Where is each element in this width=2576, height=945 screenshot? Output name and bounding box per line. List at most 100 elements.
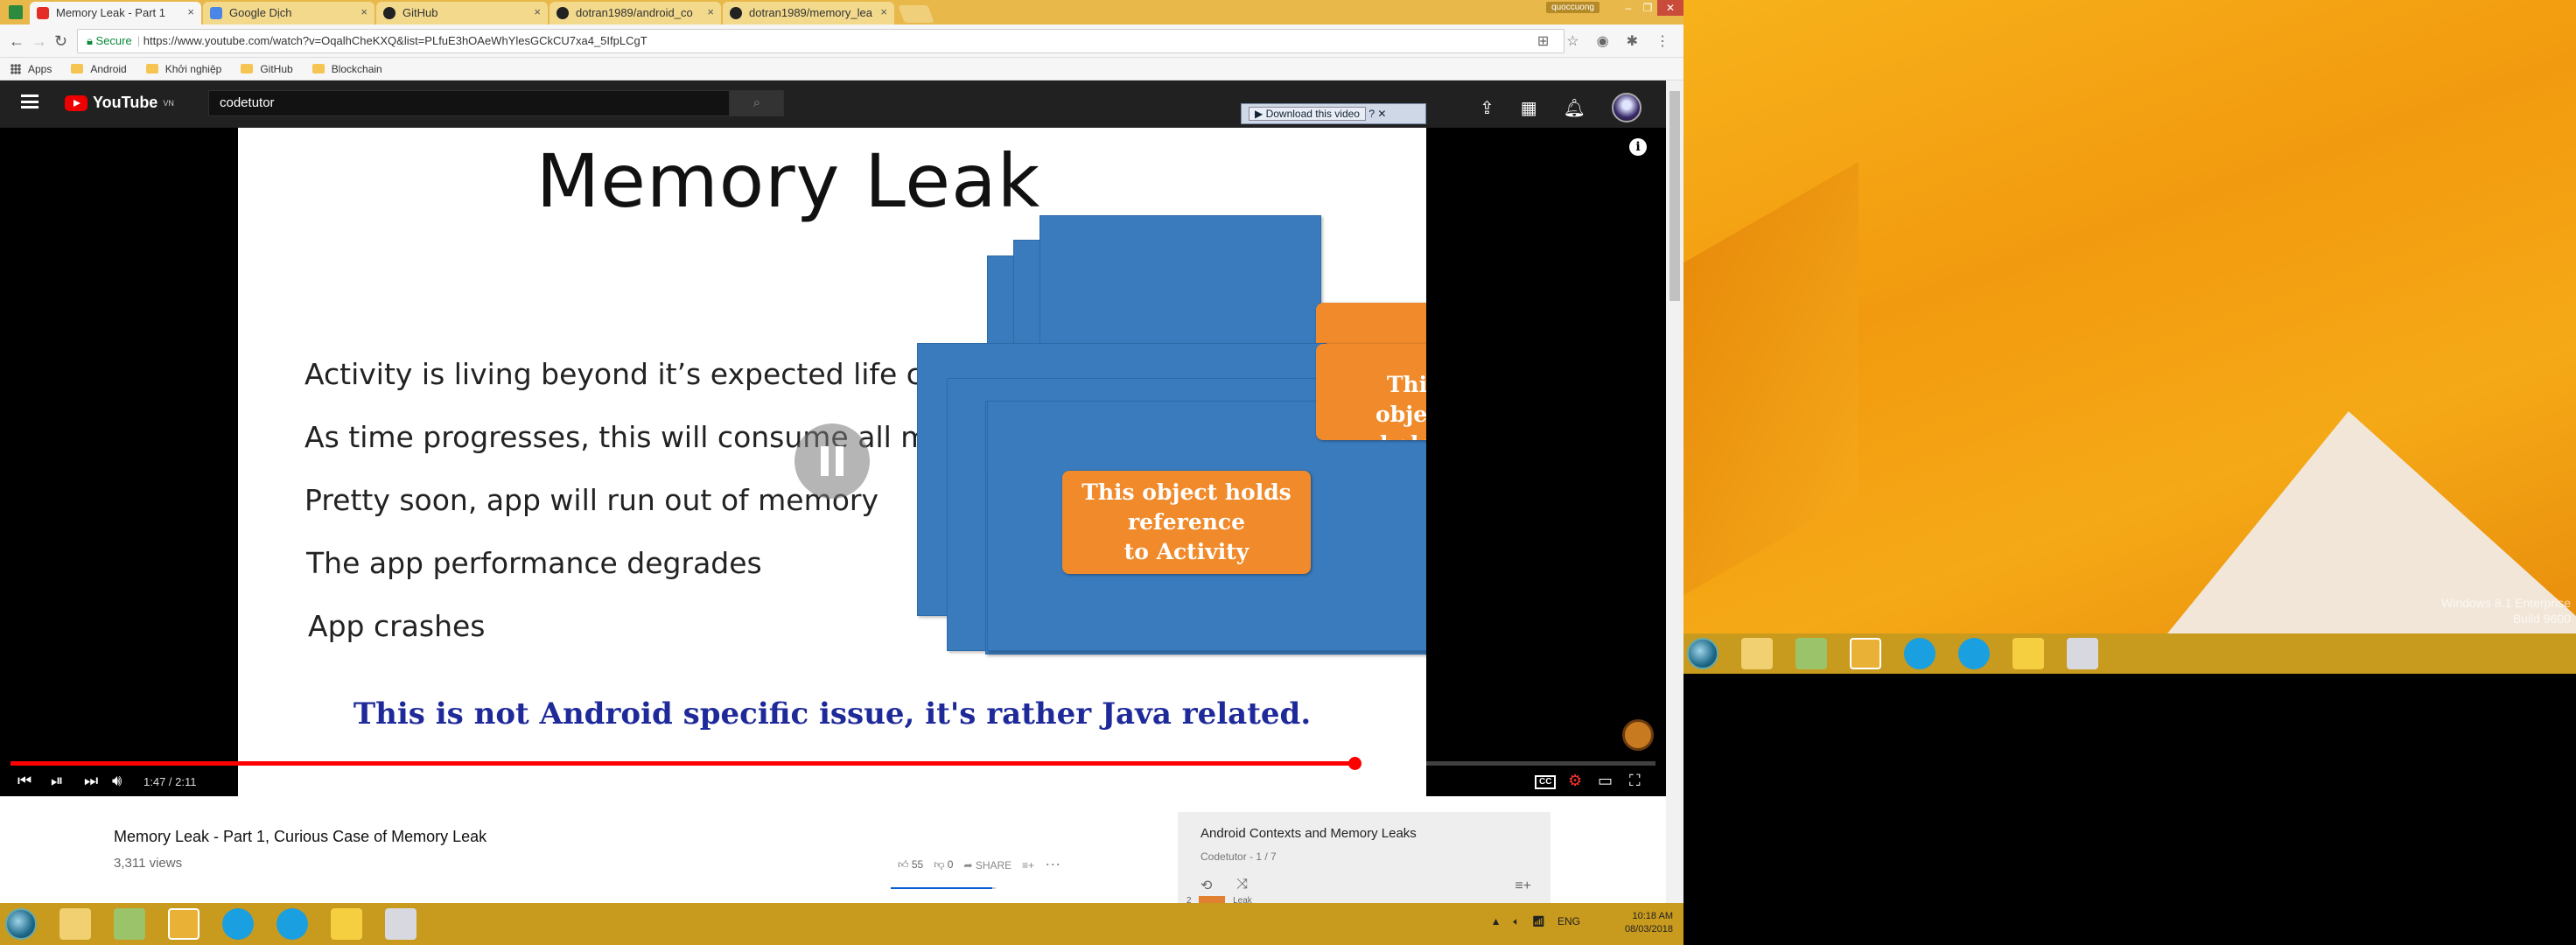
forward-icon[interactable]: → xyxy=(32,32,47,51)
github-favicon-icon xyxy=(383,7,396,19)
skype-icon[interactable] xyxy=(1904,638,1936,669)
search-input[interactable]: codetutor xyxy=(208,90,730,116)
bookmark-blockchain[interactable]: Blockchain xyxy=(312,63,382,75)
chrome-icon[interactable] xyxy=(1850,638,1881,669)
start-button-icon[interactable] xyxy=(5,908,37,940)
tab-android-repo[interactable]: dotran1989/android_co × xyxy=(550,2,721,24)
tab-strip: Memory Leak - Part 1 × Google Dịch × Git… xyxy=(0,0,1684,24)
shuffle-icon[interactable]: ⤨ xyxy=(1236,877,1248,894)
tab-label: Google Dịch xyxy=(229,6,292,19)
extension-icon[interactable]: ✱ xyxy=(1627,32,1638,50)
bookmark-android[interactable]: Android xyxy=(71,63,127,75)
address-bar[interactable]: 🔒︎ Secure | https://www.youtube.com/watch… xyxy=(77,29,1564,53)
tab-close-icon[interactable]: × xyxy=(880,5,887,18)
dislike-button[interactable]: 👎︎ 0 xyxy=(934,858,953,872)
language-indicator[interactable]: ENG xyxy=(1558,915,1580,928)
download-button[interactable]: ▶ Download this video xyxy=(1249,107,1366,121)
reload-icon[interactable]: ↻ xyxy=(54,32,67,51)
play-pause-icon[interactable]: ⏯ xyxy=(51,772,63,790)
tab-github[interactable]: GitHub × xyxy=(376,2,548,24)
orange-label-front: This object holds reference to Activity xyxy=(1062,471,1311,574)
skype-icon[interactable] xyxy=(222,908,254,940)
maximize-icon[interactable]: ❐ xyxy=(1638,0,1657,16)
tab-close-icon[interactable]: × xyxy=(187,5,194,18)
paint-icon[interactable] xyxy=(2067,638,2098,669)
menu-icon[interactable]: ⋮ xyxy=(1656,32,1670,50)
skype-icon[interactable] xyxy=(1958,638,1990,669)
bookmark-github[interactable]: GitHub xyxy=(241,63,293,75)
pause-overlay-icon[interactable] xyxy=(794,424,870,499)
tab-close-icon[interactable]: × xyxy=(360,5,368,18)
profile-chip[interactable]: quoccuong xyxy=(1546,2,1600,13)
windows-watermark: Windows 8.1 Enterprise Build 9600 xyxy=(2441,595,2571,626)
app-icon[interactable] xyxy=(1796,638,1827,669)
clock[interactable]: 10:18 AM 08/03/2018 xyxy=(1625,910,1673,936)
playlist-title[interactable]: Android Contexts and Memory Leaks xyxy=(1200,826,1417,841)
bookmark-star-icon[interactable]: ☆ xyxy=(1566,32,1578,50)
more-actions-icon[interactable]: ⋯ xyxy=(1045,856,1060,874)
start-button-icon[interactable] xyxy=(1687,638,1718,669)
tab-close-icon[interactable]: × xyxy=(534,5,541,18)
lock-icon: 🔒︎ xyxy=(87,34,96,47)
volume-tray-icon[interactable]: 🔈︎ xyxy=(1514,915,1520,928)
download-video-banner[interactable]: ▶ Download this video ? ✕ xyxy=(1241,103,1426,124)
page-scrollbar[interactable] xyxy=(1666,80,1684,903)
translate-icon[interactable]: ⊞ xyxy=(1537,32,1549,50)
bookmark-apps[interactable]: Apps xyxy=(10,63,52,75)
app-icon[interactable] xyxy=(2012,638,2044,669)
network-icon[interactable]: 📶︎ xyxy=(1532,915,1545,928)
video-actions: 👍︎ 55 👎︎ 0 ➦ SHARE ≡+ ⋯ xyxy=(898,856,1060,874)
hamburger-menu-icon[interactable] xyxy=(21,94,38,108)
back-icon[interactable]: ← xyxy=(9,32,24,51)
progress-bar[interactable] xyxy=(10,757,1656,770)
show-hidden-icons-icon[interactable]: ▲ xyxy=(1491,915,1502,928)
sheets-app-icon[interactable] xyxy=(9,5,23,19)
search-icon: ⌕ xyxy=(752,95,761,110)
channel-watermark[interactable] xyxy=(1622,719,1654,751)
captions-icon[interactable]: CC xyxy=(1535,775,1557,789)
apps-icon[interactable]: ▦ xyxy=(1521,97,1537,119)
minimize-icon[interactable]: – xyxy=(1619,0,1638,16)
like-button[interactable]: 👍︎ 55 xyxy=(898,858,923,872)
skype-icon[interactable] xyxy=(276,908,308,940)
theater-mode-icon[interactable]: ▭ xyxy=(1598,772,1613,790)
file-explorer-icon[interactable] xyxy=(60,908,91,940)
avatar[interactable] xyxy=(1612,93,1642,122)
notifications-bell-icon[interactable]: 🔔︎ xyxy=(1564,97,1586,119)
save-playlist-icon[interactable]: ≡+ xyxy=(1515,878,1531,894)
search-button[interactable]: ⌕ xyxy=(730,90,784,116)
extension-icon[interactable]: ◉ xyxy=(1597,32,1609,50)
tab-youtube[interactable]: Memory Leak - Part 1 × xyxy=(30,2,201,24)
tab-memory-repo[interactable]: dotran1989/memory_lea × xyxy=(723,2,894,24)
loop-icon[interactable]: ⟲ xyxy=(1200,877,1212,894)
info-icon[interactable]: i xyxy=(1629,138,1647,156)
sentiment-like-fill xyxy=(891,887,992,889)
share-button[interactable]: ➦ SHARE xyxy=(963,859,1012,872)
tab-google-translate[interactable]: Google Dịch × xyxy=(203,2,374,24)
new-tab-button[interactable] xyxy=(898,5,934,23)
chrome-icon[interactable] xyxy=(168,908,200,940)
bookmark-khoi-nghiep[interactable]: Khởi nghiệp xyxy=(145,62,222,75)
window-controls: – ❐ ✕ xyxy=(1619,0,1684,16)
upload-icon[interactable]: ⇪ xyxy=(1480,97,1494,119)
previous-icon[interactable]: ⏮ xyxy=(18,772,32,790)
video-player[interactable]: Memory Leak Activity is living beyond it… xyxy=(0,128,1666,796)
app-icon[interactable] xyxy=(331,908,362,940)
fullscreen-icon[interactable]: ⛶ xyxy=(1629,772,1641,790)
bookmark-label: Khởi nghiệp xyxy=(164,62,222,75)
add-to-playlist-icon[interactable]: ≡+ xyxy=(1022,859,1034,872)
tab-close-icon[interactable]: × xyxy=(707,5,714,18)
help-icon[interactable]: ? xyxy=(1368,108,1377,120)
paint-icon[interactable] xyxy=(385,908,416,940)
volume-icon[interactable]: 🔊︎ xyxy=(112,772,122,790)
app-icon[interactable] xyxy=(114,908,145,940)
youtube-logo[interactable]: YouTube VN xyxy=(65,94,174,112)
scrollbar-thumb[interactable] xyxy=(1670,91,1680,301)
settings-gear-icon[interactable]: ⚙ xyxy=(1568,772,1582,790)
next-icon[interactable]: ⏭ xyxy=(84,772,98,790)
screen: Memory Leak - Part 1 × Google Dịch × Git… xyxy=(0,0,2576,945)
close-banner-icon[interactable]: ✕ xyxy=(1377,108,1386,120)
watermark-line: Windows 8.1 Enterprise xyxy=(2441,596,2571,610)
close-window-icon[interactable]: ✕ xyxy=(1657,0,1684,16)
file-explorer-icon[interactable] xyxy=(1741,638,1773,669)
